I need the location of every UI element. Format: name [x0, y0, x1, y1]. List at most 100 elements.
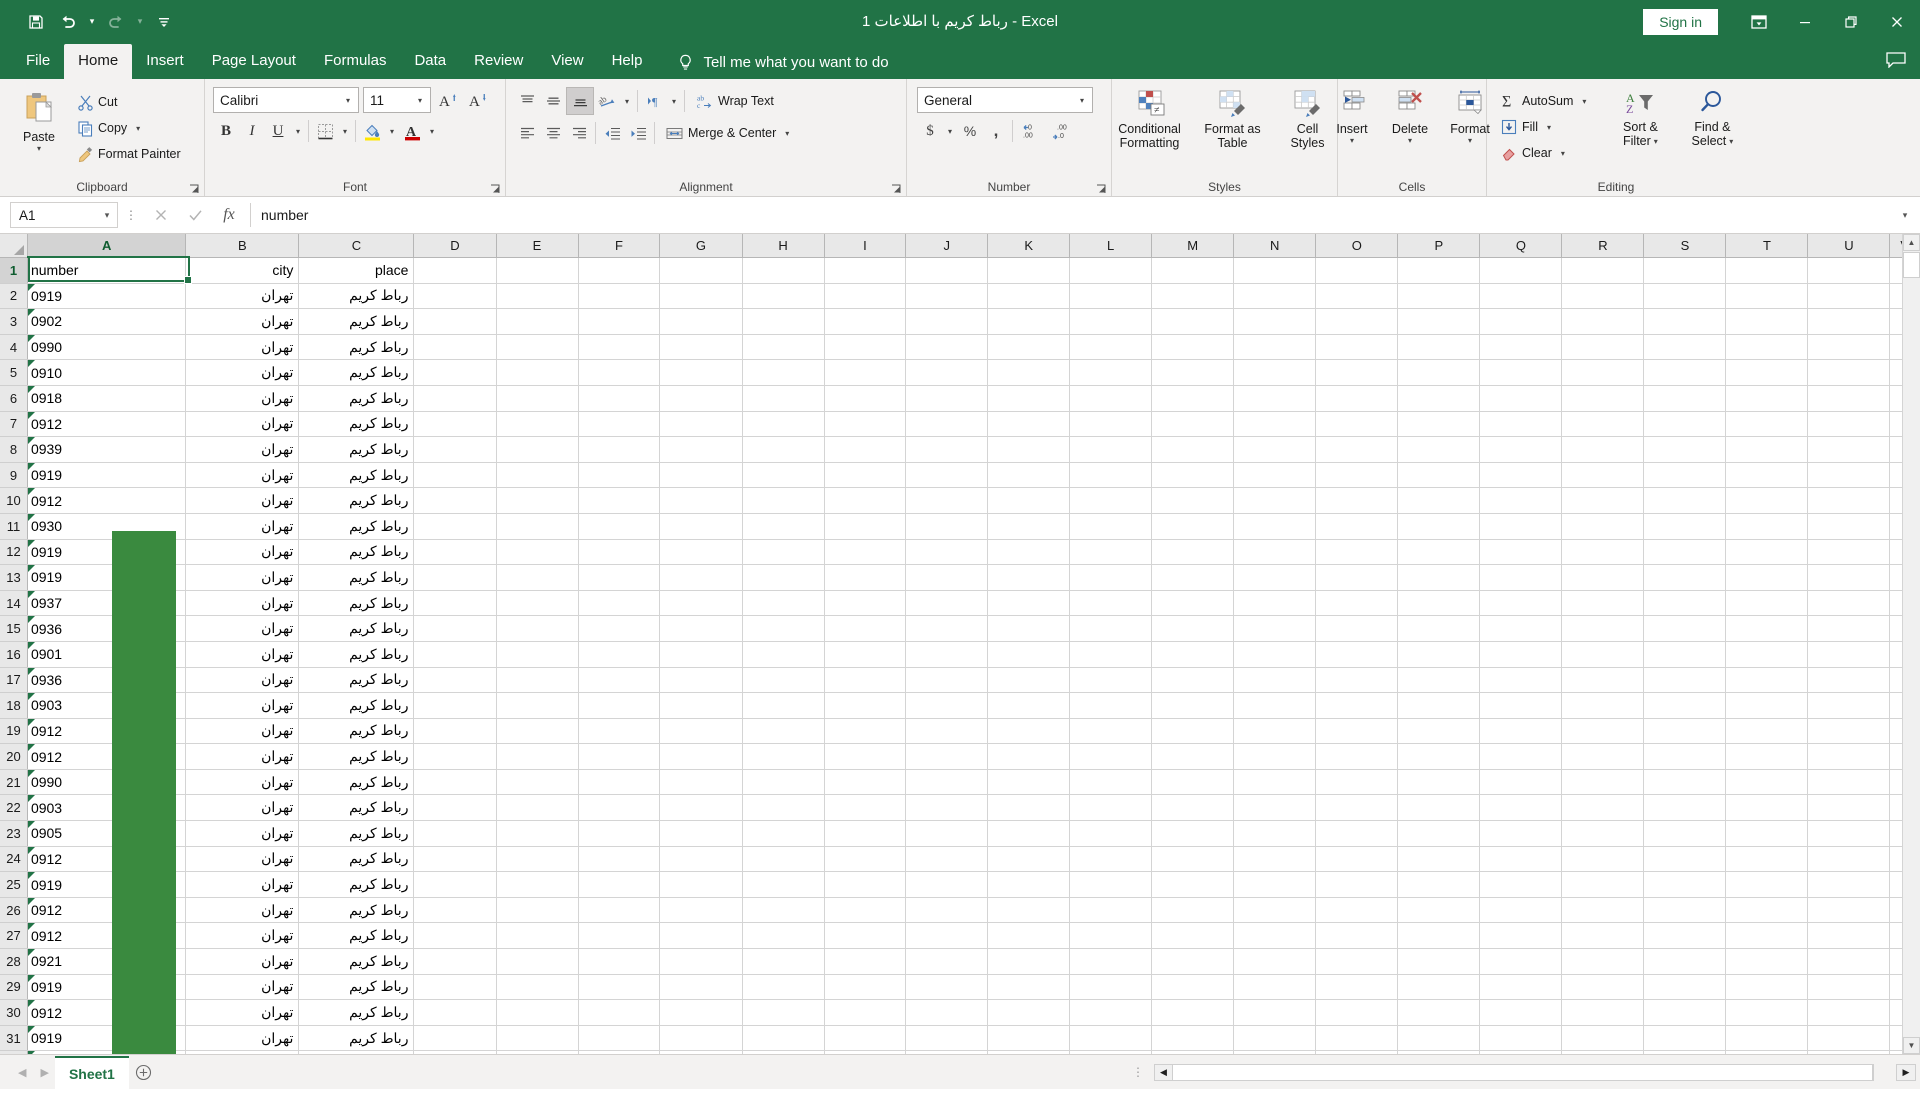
fill-dropdown-caret-icon[interactable]: ▾ — [1542, 114, 1556, 140]
cell-O26[interactable] — [1315, 897, 1399, 924]
cell-D4[interactable] — [413, 334, 497, 361]
cell-F29[interactable] — [578, 974, 661, 1001]
cell-T10[interactable] — [1725, 487, 1809, 514]
column-header-M[interactable]: M — [1151, 234, 1235, 258]
cell-P15[interactable] — [1397, 615, 1481, 642]
cell-M10[interactable] — [1151, 487, 1235, 514]
cell-R17[interactable] — [1561, 667, 1645, 694]
cell-H27[interactable] — [742, 922, 825, 950]
cell-M7[interactable] — [1151, 411, 1235, 438]
cell-O8[interactable] — [1315, 436, 1399, 463]
cell-D32[interactable] — [413, 1050, 497, 1054]
cell-F7[interactable] — [578, 411, 661, 438]
cell-I25[interactable] — [824, 871, 907, 898]
cell-P32[interactable] — [1397, 1050, 1481, 1054]
add-sheet-icon[interactable] — [129, 1055, 159, 1089]
cell-L19[interactable] — [1069, 718, 1153, 745]
cell-I16[interactable] — [824, 641, 907, 668]
cell-L14[interactable] — [1069, 590, 1153, 617]
cell-I32[interactable] — [824, 1050, 907, 1054]
cell-N31[interactable] — [1233, 1025, 1317, 1052]
cell-M21[interactable] — [1151, 769, 1235, 796]
cell-C31[interactable]: رباط کریم — [298, 1025, 415, 1052]
cell-R21[interactable] — [1561, 769, 1645, 796]
cell-M17[interactable] — [1151, 667, 1235, 694]
cell-E24[interactable] — [496, 846, 579, 873]
cell-S32[interactable] — [1643, 1050, 1727, 1054]
cell-U23[interactable] — [1807, 820, 1891, 847]
cell-E27[interactable] — [496, 922, 579, 950]
cell-R28[interactable] — [1561, 948, 1645, 975]
cell-M32[interactable] — [1151, 1050, 1235, 1054]
cell-B17[interactable]: تهران — [185, 667, 300, 694]
cell-A29[interactable]: 0919 — [27, 974, 187, 1001]
name-box-caret-icon[interactable]: ▾ — [99, 210, 115, 221]
cell-A22[interactable]: 0903 — [27, 794, 187, 822]
cell-I11[interactable] — [824, 513, 907, 540]
cell-J1[interactable] — [905, 257, 989, 284]
align-right-icon[interactable] — [566, 120, 592, 146]
cell-R15[interactable] — [1561, 615, 1645, 642]
cell-Q3[interactable] — [1479, 308, 1563, 335]
cell-J7[interactable] — [905, 411, 989, 438]
cell-P25[interactable] — [1397, 871, 1481, 898]
cell-H25[interactable] — [742, 871, 825, 898]
cell-B15[interactable]: تهران — [185, 615, 300, 642]
cell-H30[interactable] — [742, 999, 825, 1026]
cell-B26[interactable]: تهران — [185, 897, 300, 924]
cell-J32[interactable] — [905, 1050, 989, 1054]
tab-page-layout[interactable]: Page Layout — [198, 44, 310, 79]
cell-Q31[interactable] — [1479, 1025, 1563, 1052]
percent-icon[interactable]: % — [957, 118, 983, 144]
cell-J13[interactable] — [905, 564, 989, 591]
cell-D23[interactable] — [413, 820, 497, 847]
cell-P4[interactable] — [1397, 334, 1481, 361]
cell-S6[interactable] — [1643, 385, 1727, 412]
format-painter-button[interactable]: Format Painter — [74, 141, 184, 167]
comma-style-icon[interactable]: , — [983, 118, 1009, 144]
cell-M19[interactable] — [1151, 718, 1235, 745]
cell-P21[interactable] — [1397, 769, 1481, 796]
row-header-9[interactable]: 9 — [0, 462, 28, 489]
cell-K6[interactable] — [987, 385, 1071, 412]
vertical-scroll-thumb[interactable] — [1903, 252, 1920, 278]
cell-I1[interactable] — [824, 257, 907, 284]
cell-L16[interactable] — [1069, 641, 1153, 668]
cell-A21[interactable]: 0990 — [27, 769, 187, 796]
cell-C4[interactable]: رباط کریم — [298, 334, 415, 361]
cell-P11[interactable] — [1397, 513, 1481, 540]
cell-S21[interactable] — [1643, 769, 1727, 796]
cell-T2[interactable] — [1725, 283, 1809, 310]
row-header-1[interactable]: 1 — [0, 257, 28, 284]
font-color-dropdown-caret-icon[interactable]: ▾ — [425, 118, 439, 144]
cell-F13[interactable] — [578, 564, 661, 591]
cell-T17[interactable] — [1725, 667, 1809, 694]
cell-A5[interactable]: 0910 — [27, 359, 187, 386]
cell-M24[interactable] — [1151, 846, 1235, 873]
customize-quick-access-toolbar-icon[interactable] — [148, 7, 180, 37]
cell-A10[interactable]: 0912 — [27, 487, 187, 514]
cell-N16[interactable] — [1233, 641, 1317, 668]
cell-P14[interactable] — [1397, 590, 1481, 617]
copy-button[interactable]: Copy ▾ — [74, 115, 184, 141]
cell-F19[interactable] — [578, 718, 661, 745]
column-header-G[interactable]: G — [659, 234, 743, 258]
cell-B12[interactable]: تهران — [185, 539, 300, 566]
cell-K31[interactable] — [987, 1025, 1071, 1052]
cell-I26[interactable] — [824, 897, 907, 924]
cell-B28[interactable]: تهران — [185, 948, 300, 975]
cell-O11[interactable] — [1315, 513, 1399, 540]
cell-S8[interactable] — [1643, 436, 1727, 463]
cell-C8[interactable]: رباط کریم — [298, 436, 415, 463]
cell-D25[interactable] — [413, 871, 497, 898]
cell-G14[interactable] — [659, 590, 743, 617]
italic-button[interactable]: I — [239, 118, 265, 144]
cell-E8[interactable] — [496, 436, 579, 463]
row-header-29[interactable]: 29 — [0, 974, 28, 1001]
cell-U31[interactable] — [1807, 1025, 1891, 1052]
cell-T11[interactable] — [1725, 513, 1809, 540]
cell-F2[interactable] — [578, 283, 661, 310]
cell-H1[interactable] — [742, 257, 825, 284]
cell-N1[interactable] — [1233, 257, 1317, 284]
cell-O15[interactable] — [1315, 615, 1399, 642]
